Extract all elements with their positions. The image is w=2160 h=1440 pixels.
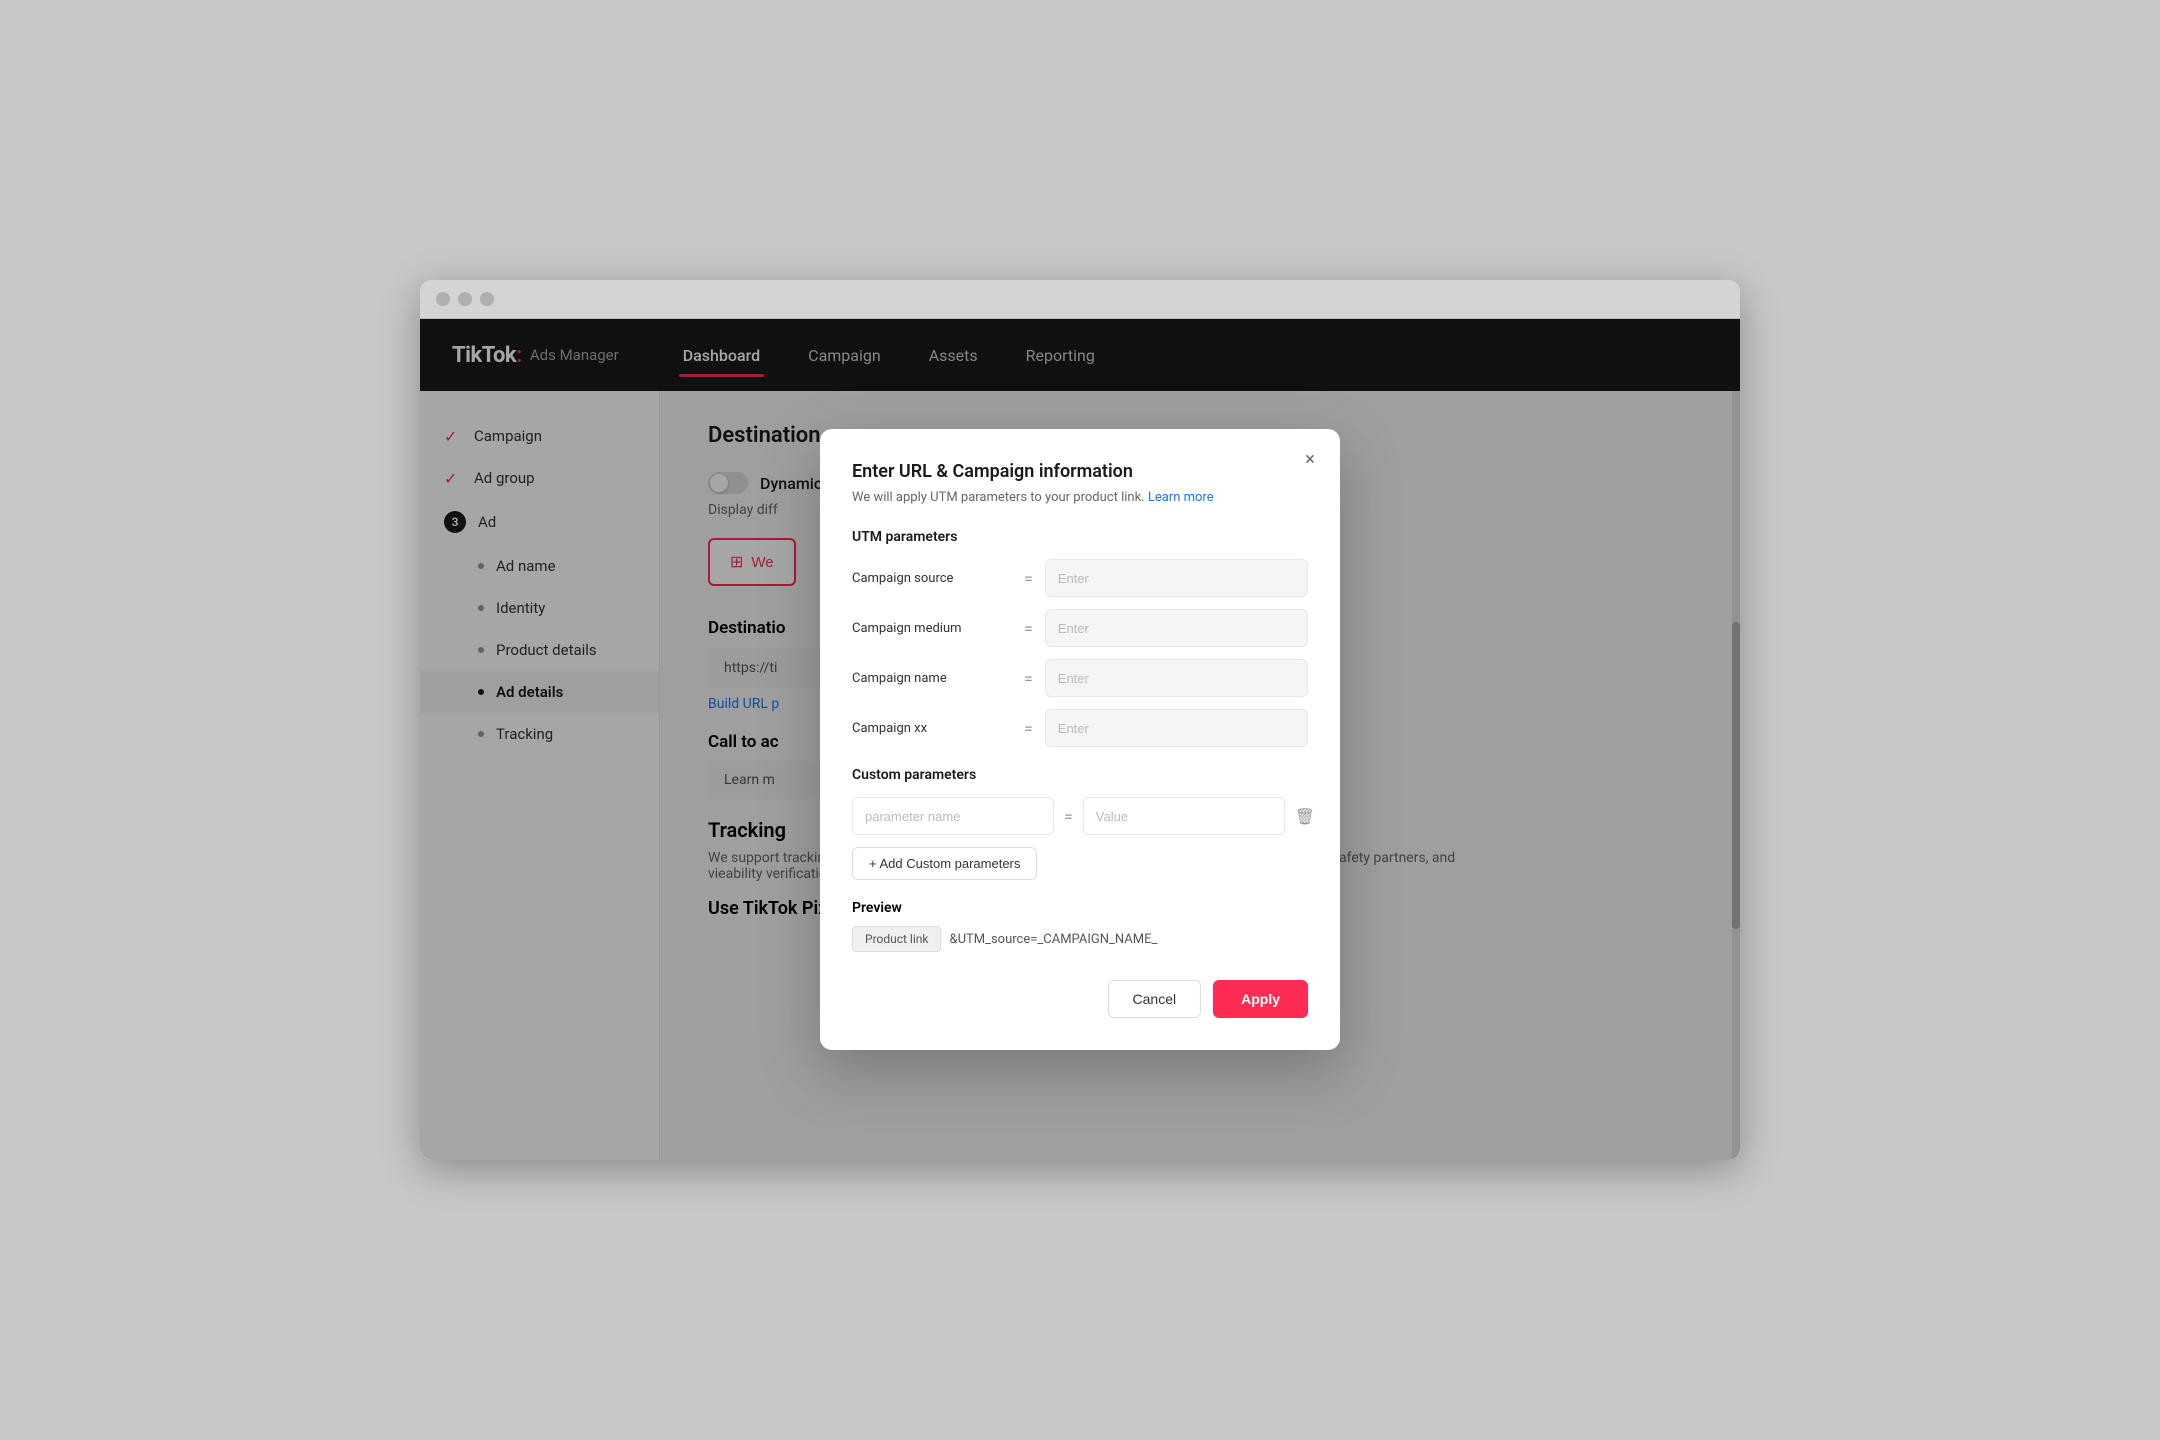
utm-section-label: UTM parameters <box>852 529 1308 545</box>
custom-param-value-input[interactable] <box>1083 797 1285 835</box>
modal-footer: Cancel Apply <box>852 980 1308 1018</box>
utm-name-input[interactable] <box>1045 659 1308 697</box>
modal-subtitle: We will apply UTM parameters to your pro… <box>852 490 1308 505</box>
learn-more-link[interactable]: Learn more <box>1148 490 1214 505</box>
preview-label: Preview <box>852 900 1308 916</box>
equals-source: = <box>1024 569 1033 588</box>
apply-button[interactable]: Apply <box>1213 980 1308 1018</box>
utm-section: UTM parameters Campaign source = Campaig… <box>852 529 1308 747</box>
custom-param-row: = 🗑 <box>852 797 1308 835</box>
utm-medium-input[interactable] <box>1045 609 1308 647</box>
browser-dot-red <box>436 292 450 306</box>
preview-section: Preview Product link &UTM_source=_CAMPAI… <box>852 900 1308 952</box>
utm-param-row-name: Campaign name = <box>852 659 1308 697</box>
preview-bar: Product link &UTM_source=_CAMPAIGN_NAME_ <box>852 926 1308 952</box>
delete-custom-param-button[interactable]: 🗑 <box>1295 800 1315 832</box>
modal-overlay[interactable]: × Enter URL & Campaign information We wi… <box>420 319 1740 1160</box>
equals-medium: = <box>1024 619 1033 638</box>
utm-xx-label: Campaign xx <box>852 721 1012 736</box>
utm-param-row-xx: Campaign xx = <box>852 709 1308 747</box>
product-link-tag: Product link <box>852 926 941 952</box>
utm-name-label: Campaign name <box>852 671 1012 686</box>
equals-xx: = <box>1024 719 1033 738</box>
utm-param-row-medium: Campaign medium = <box>852 609 1308 647</box>
add-custom-params-button[interactable]: + Add Custom parameters <box>852 847 1037 880</box>
custom-section-label: Custom parameters <box>852 767 1308 783</box>
utm-medium-label: Campaign medium <box>852 621 1012 636</box>
browser-window: TikTok: Ads Manager Dashboard Campaign A… <box>420 280 1740 1160</box>
equals-name: = <box>1024 669 1033 688</box>
utm-xx-input[interactable] <box>1045 709 1308 747</box>
custom-params-section: Custom parameters = 🗑 + Add Custom param… <box>852 767 1308 880</box>
utm-param-row-source: Campaign source = <box>852 559 1308 597</box>
browser-dot-green <box>480 292 494 306</box>
equals-custom: = <box>1064 807 1073 826</box>
preview-url-text: &UTM_source=_CAMPAIGN_NAME_ <box>949 932 1157 947</box>
modal-dialog: × Enter URL & Campaign information We wi… <box>820 429 1340 1050</box>
cancel-button[interactable]: Cancel <box>1108 980 1202 1018</box>
utm-source-input[interactable] <box>1045 559 1308 597</box>
modal-title: Enter URL & Campaign information <box>852 461 1308 482</box>
utm-source-label: Campaign source <box>852 571 1012 586</box>
custom-param-name-input[interactable] <box>852 797 1054 835</box>
app-container: TikTok: Ads Manager Dashboard Campaign A… <box>420 319 1740 1160</box>
browser-chrome <box>420 280 1740 319</box>
browser-dot-yellow <box>458 292 472 306</box>
modal-close-button[interactable]: × <box>1296 445 1324 473</box>
